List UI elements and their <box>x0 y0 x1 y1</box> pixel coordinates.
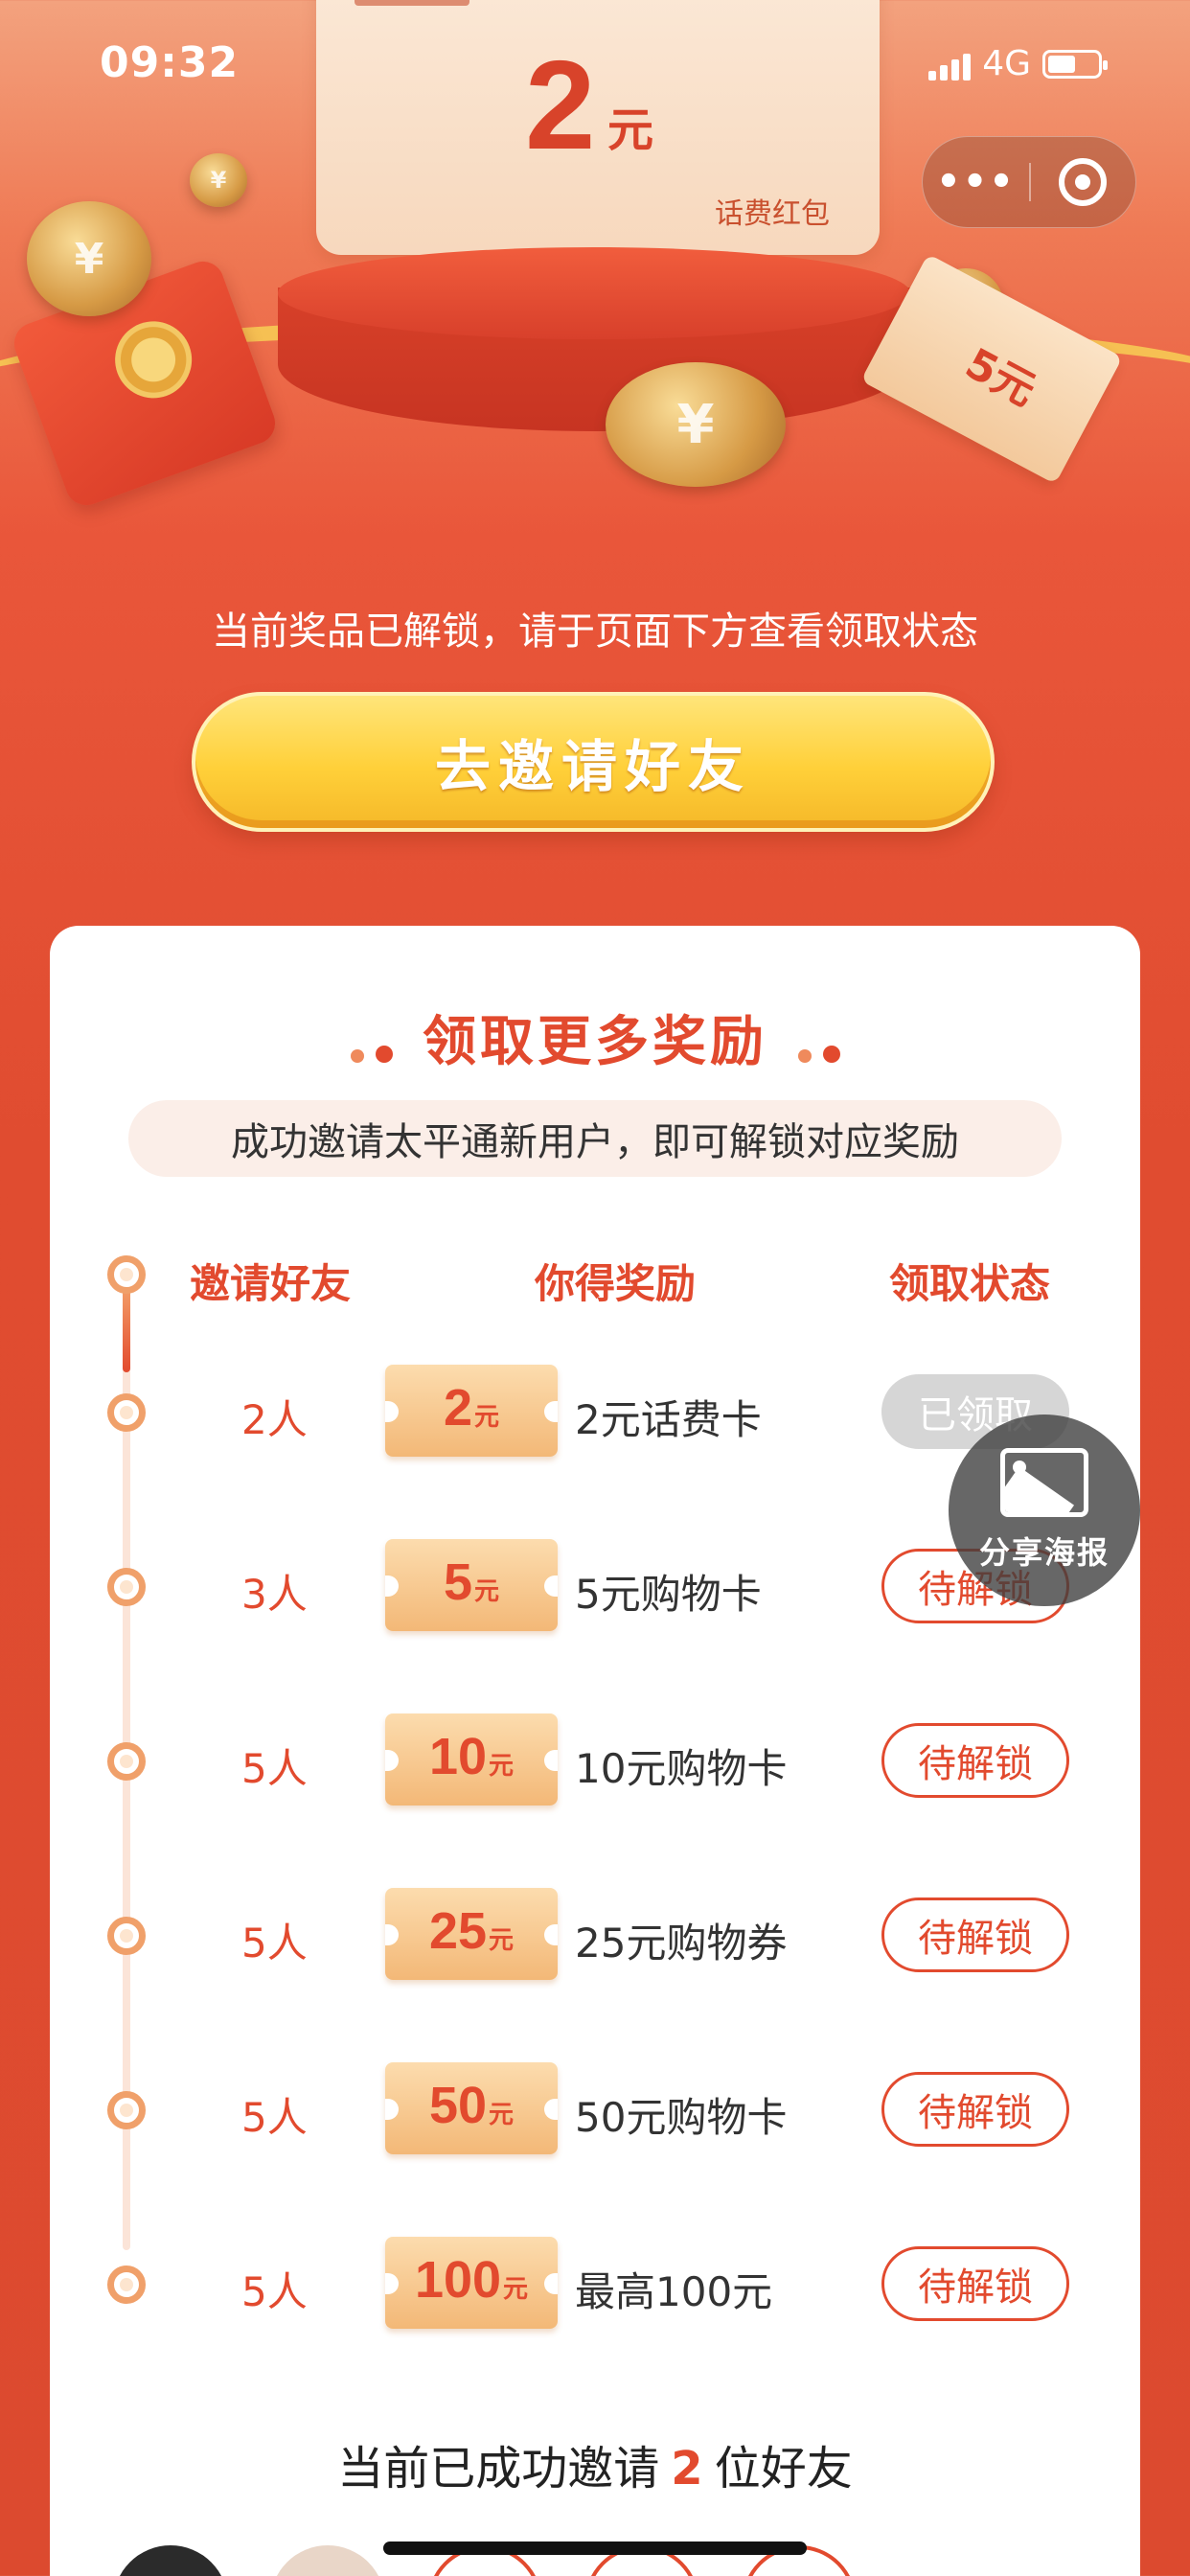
voucher-amount: 10 <box>428 1728 488 1785</box>
image-icon <box>1000 1448 1088 1517</box>
more-dots-icon[interactable]: ••• <box>923 160 1029 204</box>
share-poster-label: 分享海报 <box>978 1534 1110 1571</box>
voucher-icon: 5元 <box>385 1539 558 1631</box>
summary-suffix: 位好友 <box>714 2442 853 2496</box>
locked-status-button[interactable]: 待解锁 <box>881 1723 1069 1798</box>
prize-unit: 元 <box>607 104 654 157</box>
voucher-icon: 50 元 <box>385 2062 558 2154</box>
required-friends: 5人 <box>241 2268 308 2315</box>
voucher-amount: 50 <box>428 2077 488 2134</box>
locked-status-button[interactable]: 待解锁 <box>881 2072 1069 2147</box>
voucher-amount: 2 <box>443 1379 473 1437</box>
voucher-unit: 元 <box>503 2275 529 2304</box>
voucher-unit: 元 <box>489 1752 515 1781</box>
voucher-amount: 5 <box>443 1553 473 1611</box>
voucher-icon: 2元 <box>385 1365 558 1457</box>
voucher-amount: 25 <box>428 1902 488 1960</box>
required-friends: 5人 <box>241 2094 308 2141</box>
avatar <box>270 2545 385 2576</box>
required-friends: 5人 <box>241 1920 308 1966</box>
reward-name: 10元购物卡 <box>575 1745 788 1792</box>
target-icon <box>1059 158 1108 206</box>
share-poster-button[interactable]: 分享海报 <box>949 1414 1140 1606</box>
podium-top <box>278 247 910 339</box>
invite-summary: 当前已成功邀请 2 位好友 <box>50 2430 1140 2497</box>
timeline-progress <box>123 1282 130 1372</box>
voucher-unit: 元 <box>474 1403 500 1432</box>
rewards-card: 领取更多奖励 成功邀请太平通新用户，即可解锁对应奖励 邀请好友 你得奖励 领取状… <box>50 926 1140 2576</box>
timeline-dot <box>107 1255 146 1294</box>
avatar <box>113 2545 228 2576</box>
dots-decoration-icon <box>343 1014 400 1076</box>
unlock-notice: 当前奖品已解锁，请于页面下方查看领取状态 <box>212 610 978 654</box>
voucher-unit: 元 <box>489 1926 515 1955</box>
voucher-icon: 100 元 <box>385 2237 558 2329</box>
voucher-unit: 元 <box>474 1577 500 1606</box>
invited-count: 2 <box>671 2442 703 2496</box>
prize-label: 话费红包 <box>715 197 830 231</box>
mini-program-capsule: ••• <box>922 136 1136 228</box>
battery-icon <box>1042 49 1108 79</box>
reward-row: 5人 10 元 10元购物卡 待解锁 <box>50 1714 1140 1819</box>
reward-row: 5人 25 元 25元购物券 待解锁 <box>50 1888 1140 1993</box>
coin-icon: ¥ <box>27 201 151 316</box>
voucher-unit: 元 <box>489 2101 515 2129</box>
reward-name: 50元购物卡 <box>575 2094 788 2141</box>
coin-icon: ¥ <box>190 153 247 207</box>
reward-name: 2元话费卡 <box>575 1396 762 1443</box>
locked-status-button[interactable]: 待解锁 <box>881 2246 1069 2321</box>
locked-status-button[interactable]: 待解锁 <box>881 1898 1069 1972</box>
coin-icon: ¥ <box>606 362 786 487</box>
reward-row: 5人 50 元 50元购物卡 待解锁 <box>50 2062 1140 2168</box>
summary-prefix: 当前已成功邀请 <box>337 2442 660 2496</box>
signal-icon <box>928 48 972 80</box>
ticket-label: 5元 <box>957 338 1044 416</box>
section-title: 领取更多奖励 <box>50 999 1140 1076</box>
section-title-text: 领取更多奖励 <box>423 1011 767 1073</box>
prize-amount: 2 <box>525 34 596 175</box>
reward-name: 5元购物卡 <box>575 1571 762 1618</box>
required-friends: 5人 <box>241 1745 308 1792</box>
voucher-icon: 10 元 <box>385 1714 558 1806</box>
home-indicator <box>383 2542 807 2555</box>
dots-decoration-icon <box>790 1014 848 1076</box>
voucher-amount: 100 <box>414 2251 502 2309</box>
required-friends: 3人 <box>241 1571 308 1618</box>
reward-row: 5人 100 元最高100元 待解锁 <box>50 2237 1140 2342</box>
column-header-status: 领取状态 <box>889 1260 1051 1307</box>
voucher-icon: 25 元 <box>385 1888 558 1980</box>
column-header-reward: 你得奖励 <box>535 1260 697 1307</box>
column-header-friends: 邀请好友 <box>190 1260 352 1307</box>
status-time: 09:32 <box>100 38 240 87</box>
card-top-decoration <box>355 0 469 6</box>
close-button[interactable] <box>1031 158 1135 206</box>
network-type: 4G <box>982 44 1031 83</box>
required-friends: 2人 <box>241 1396 308 1443</box>
rewards-subtitle: 成功邀请太平通新用户，即可解锁对应奖励 <box>128 1100 1062 1177</box>
invite-friends-button[interactable]: 去邀请好友 <box>192 692 995 832</box>
reward-name: 25元购物券 <box>575 1920 788 1966</box>
reward-name: 最高100元 <box>575 2268 773 2315</box>
status-indicators: 4G <box>928 44 1108 83</box>
